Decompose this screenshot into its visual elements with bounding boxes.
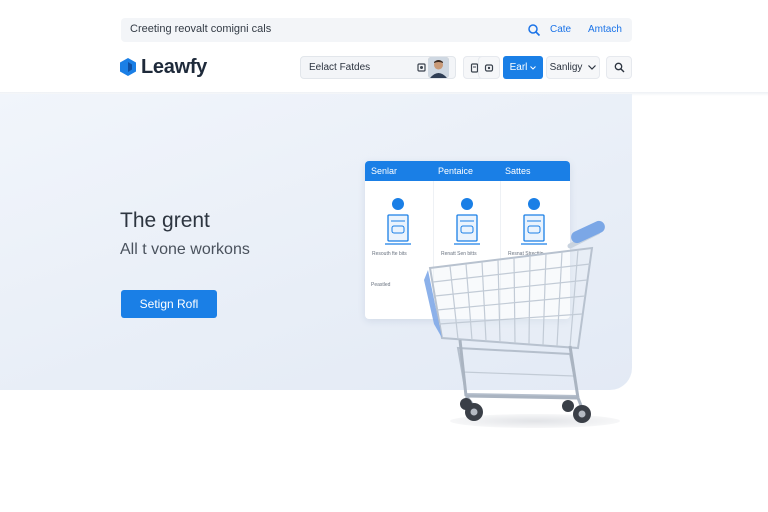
top-search-bar[interactable]: Creeting reovalt comigni cals Cate Amtac… xyxy=(121,18,632,42)
shopping-cart-icon xyxy=(424,220,605,423)
card-header-sattes[interactable]: Sattes xyxy=(505,166,531,176)
top-link-amtach[interactable]: Amtach xyxy=(588,24,622,35)
card-header: Senlar Pentaice Sattes xyxy=(365,161,570,181)
avatar[interactable] xyxy=(428,57,449,78)
info-badge-icon xyxy=(528,198,540,210)
logo-hexagon-icon xyxy=(120,58,136,76)
hero-cta-button[interactable]: Setign Rofl xyxy=(121,290,217,318)
brand-name: Leawfy xyxy=(141,55,208,78)
search-icon xyxy=(614,62,624,73)
camera-icon[interactable] xyxy=(417,62,427,73)
brand-logo[interactable]: Leawfy xyxy=(120,55,207,79)
settings-button[interactable] xyxy=(478,56,500,79)
info-badge-icon xyxy=(392,198,404,210)
chevron-down-icon xyxy=(588,65,597,70)
info-badge-icon xyxy=(461,198,473,210)
settings-icon xyxy=(484,63,494,72)
card-header-senlar[interactable]: Senlar xyxy=(371,166,397,176)
card-caption-1: Resouth fte bits xyxy=(372,251,407,257)
sanligy-dropdown[interactable]: Sanligy xyxy=(546,56,600,79)
top-link-cate[interactable]: Cate xyxy=(550,24,571,35)
document-icon xyxy=(385,214,411,245)
hero-title: The grent xyxy=(120,209,210,232)
earl-button[interactable]: Earl xyxy=(503,56,543,79)
card-header-pentaice[interactable]: Pentaice xyxy=(438,166,473,176)
category-select-label: Eelact Fatdes xyxy=(309,62,371,73)
header-search-button[interactable] xyxy=(606,56,632,79)
category-select[interactable]: Eelact Fatdes xyxy=(300,56,456,79)
card-footnote: Peastled xyxy=(371,282,391,288)
hero-subtitle: All t vone workons xyxy=(120,241,250,258)
search-icon[interactable] xyxy=(527,23,541,37)
sanligy-dropdown-label: Sanligy xyxy=(549,62,583,73)
earl-button-label: Earl xyxy=(509,62,528,73)
search-query-text[interactable]: Creeting reovalt comigni cals xyxy=(130,23,271,35)
chevron-down-icon xyxy=(530,65,537,70)
hero-cta-label: Setign Rofl xyxy=(139,297,199,311)
